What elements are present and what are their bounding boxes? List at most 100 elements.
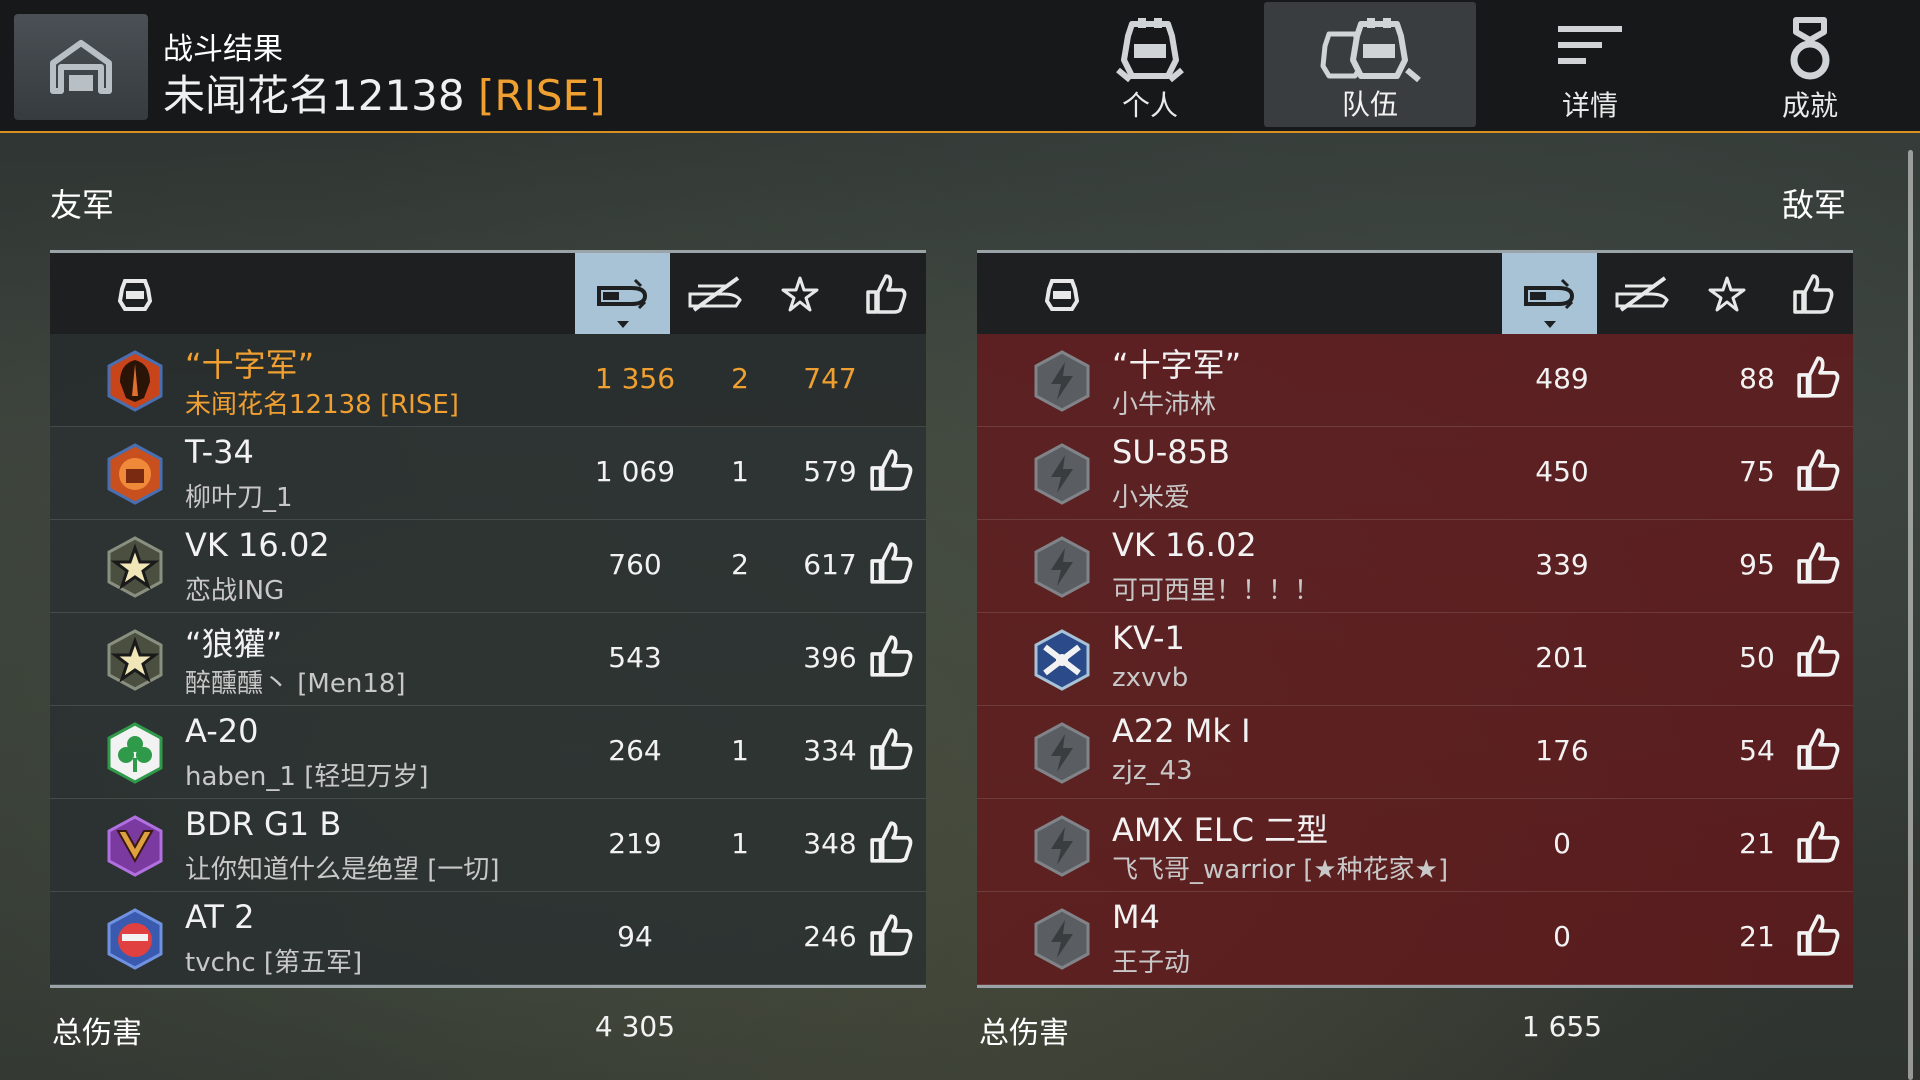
thumbs-up-icon: [868, 821, 914, 869]
enemies-table-header: [977, 250, 1853, 334]
allies-table-bottom-border: [50, 985, 926, 988]
tab-personal[interactable]: 个人: [1044, 0, 1256, 128]
like-button[interactable]: [868, 819, 918, 869]
player-name: zxvvb: [1112, 663, 1189, 693]
player-name: 醉醺醺丶 [Men18]: [185, 669, 406, 699]
tab-team-label: 队伍: [1341, 88, 1398, 121]
sort-caret-icon: [1543, 321, 1556, 328]
like-button[interactable]: [868, 447, 918, 497]
player-row[interactable]: KV-1 zxvvb 201 50: [977, 613, 1853, 706]
thumbs-up-icon: [1795, 542, 1841, 590]
thumbs-up-icon: [1795, 821, 1841, 869]
xp-value: 617: [803, 548, 857, 581]
player-row[interactable]: M4 王子动 0 21: [977, 892, 1853, 985]
top-bar: 战斗结果 未闻花名12138 [RISE] 个人 队伍 详情 成就: [0, 0, 1920, 133]
like-button[interactable]: [1795, 633, 1845, 683]
tab-personal-label: 个人: [1121, 89, 1178, 122]
player-row[interactable]: A-20 haben_1 [轻坦万岁] 264 1 334: [50, 706, 926, 799]
allies-table-header: [50, 250, 926, 334]
sort-by-damage[interactable]: [575, 253, 670, 334]
kills-value: 1: [731, 734, 749, 767]
sort-by-xp[interactable]: [1687, 253, 1767, 334]
tank-name: “十字军”: [1112, 346, 1242, 384]
kills-value: 1: [731, 827, 749, 860]
sort-by-damage[interactable]: [1502, 253, 1597, 334]
allies-total-label: 总伤害: [52, 1016, 142, 1051]
enemies-rows: “十字军” 小牛沛林 489 88 SU-85B 小米爱 450 75 VK 1…: [977, 334, 1853, 985]
scrollbar[interactable]: [1908, 150, 1913, 1080]
like-button[interactable]: [1795, 912, 1845, 962]
tank-helmet-icon: [117, 278, 153, 311]
sort-by-likes[interactable]: [1773, 253, 1853, 334]
damage-value: 1 069: [594, 455, 676, 488]
player-name: 未闻花名12138: [163, 71, 465, 120]
thumbs-up-icon: [868, 635, 914, 683]
tab-team[interactable]: 队伍: [1264, 2, 1476, 127]
damage-value: 450: [1535, 455, 1589, 488]
damage-value: 219: [608, 827, 662, 860]
tank-name: KV-1: [1112, 619, 1185, 657]
thumbs-up-icon: [868, 728, 914, 776]
lightning-badge-icon: [1031, 536, 1093, 598]
player-row[interactable]: “十字军” 未闻花名12138 [RISE] 1 356 2 747: [50, 334, 926, 427]
damage-value: 94: [617, 920, 653, 953]
tab-achievements[interactable]: 成就: [1704, 0, 1916, 128]
thumbs-up-icon: [1795, 728, 1841, 776]
player-row[interactable]: VK 16.02 可可西里！！！！ 339 95: [977, 520, 1853, 613]
tab-achievements-label: 成就: [1781, 89, 1838, 122]
tank-name: M4: [1112, 898, 1160, 936]
like-button[interactable]: [868, 726, 918, 776]
thumbs-up-icon: [868, 449, 914, 497]
thumbs-up-icon: [866, 273, 907, 314]
player-name: 王子动: [1112, 948, 1191, 978]
player-row[interactable]: “十字军” 小牛沛林 489 88: [977, 334, 1853, 427]
enemies-total-label: 总伤害: [979, 1016, 1069, 1051]
sort-by-likes[interactable]: [846, 253, 926, 334]
home-button[interactable]: [14, 14, 148, 120]
like-button[interactable]: [1795, 354, 1845, 404]
kills-value: 2: [731, 362, 749, 395]
sort-by-kills[interactable]: [670, 253, 760, 334]
sort-by-tank[interactable]: [1017, 253, 1107, 334]
like-button[interactable]: [868, 633, 918, 683]
thumbs-up-icon: [1795, 449, 1841, 497]
kills-value: 1: [731, 455, 749, 488]
player-row[interactable]: SU-85B 小米爱 450 75: [977, 427, 1853, 520]
player-row[interactable]: T-34 柳叶刀_1 1 069 1 579: [50, 427, 926, 520]
player-row[interactable]: AMX ELC 二型 飞飞哥_warrior [★种花家★] 0 21: [977, 799, 1853, 892]
thumbs-up-icon: [868, 542, 914, 590]
xp-value: 21: [1739, 920, 1775, 953]
tab-details-label: 详情: [1561, 89, 1618, 122]
player-row[interactable]: AT 2 tvchc [第五军] 94 246: [50, 892, 926, 985]
face-badge-icon: [104, 908, 166, 970]
like-button[interactable]: [868, 912, 918, 962]
destroyed-tank-icon: [688, 275, 742, 312]
damage-value: 176: [1535, 734, 1589, 767]
lightning-badge-icon: [1031, 908, 1093, 970]
guns-badge-icon: [1031, 629, 1093, 691]
like-button[interactable]: [1795, 540, 1845, 590]
damage-value: 339: [1535, 548, 1589, 581]
player-row[interactable]: A22 Mk I zjz_43 176 54: [977, 706, 1853, 799]
like-button[interactable]: [1795, 819, 1845, 869]
tank-name: BDR G1 B: [185, 805, 342, 843]
allies-panel: “十字军” 未闻花名12138 [RISE] 1 356 2 747 T-34 …: [50, 250, 926, 988]
tank-name: SU-85B: [1112, 433, 1230, 471]
kills-value: 2: [731, 548, 749, 581]
helmet-badge-icon: [104, 350, 166, 412]
like-button[interactable]: [1795, 726, 1845, 776]
tank-helmet-icon: [1044, 278, 1080, 311]
sort-by-tank[interactable]: [90, 253, 180, 334]
player-row[interactable]: BDR G1 B 让你知道什么是绝望 [一切] 219 1 348: [50, 799, 926, 892]
like-button[interactable]: [868, 540, 918, 590]
star-badge-icon: [104, 629, 166, 691]
player-row[interactable]: “狼獾” 醉醺醺丶 [Men18] 543 396: [50, 613, 926, 706]
tank-name: “狼獾”: [185, 625, 283, 663]
damage-value: 760: [608, 548, 662, 581]
player-row[interactable]: VK 16.02 恋战ING 760 2 617: [50, 520, 926, 613]
like-button[interactable]: [1795, 447, 1845, 497]
sort-by-kills[interactable]: [1597, 253, 1687, 334]
clan-tag: [RISE]: [477, 71, 606, 120]
tab-details[interactable]: 详情: [1484, 0, 1696, 128]
sort-by-xp[interactable]: [760, 253, 840, 334]
